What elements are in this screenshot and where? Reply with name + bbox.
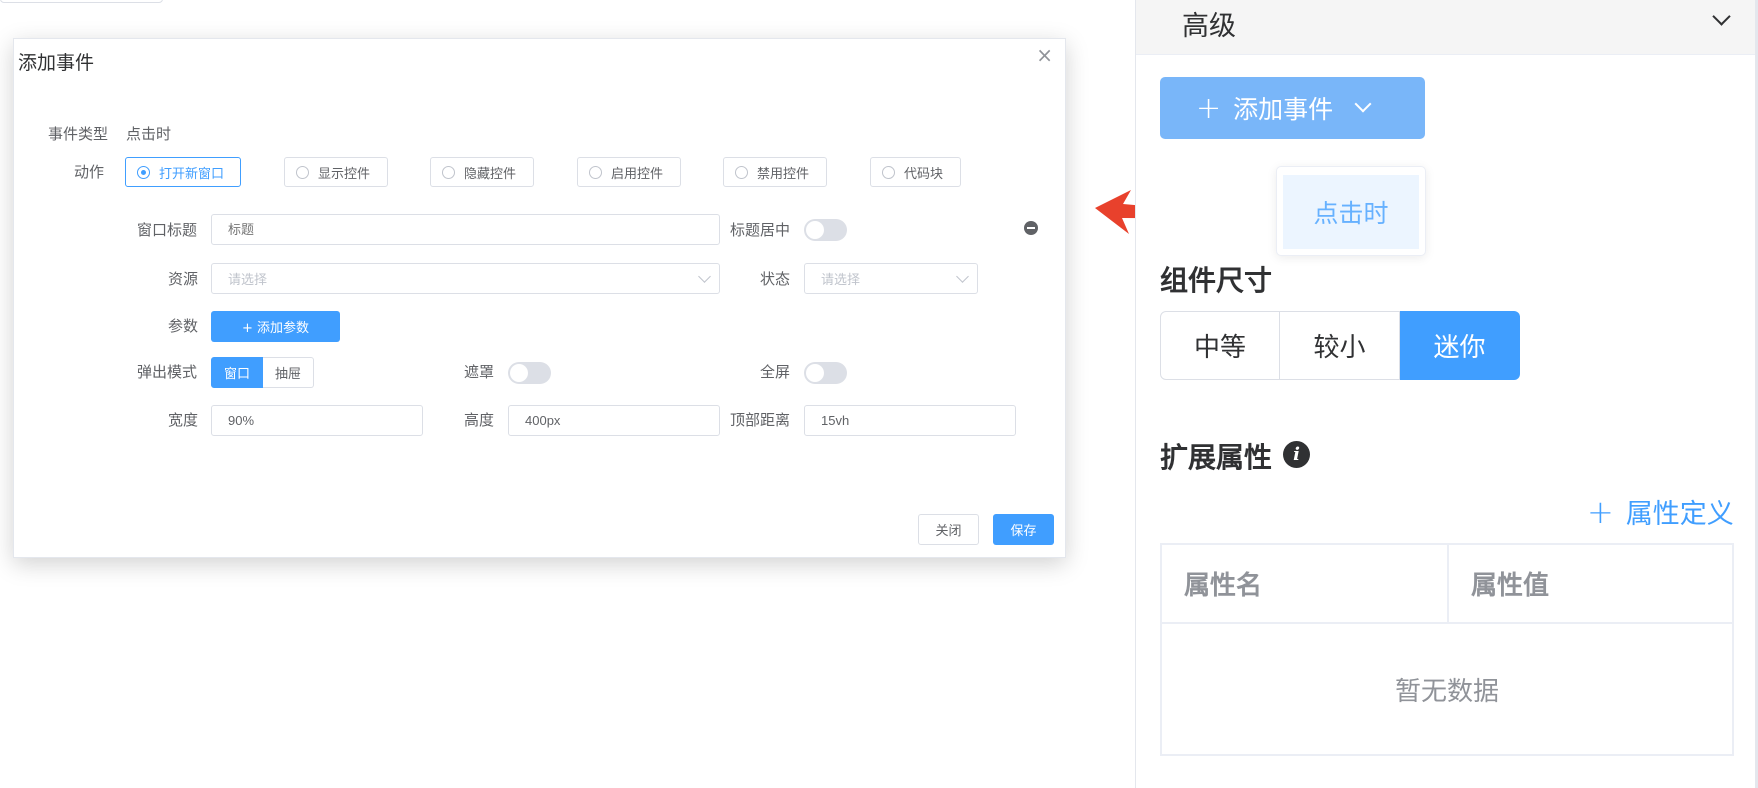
add-param-button[interactable]: + 添加参数 <box>211 311 340 342</box>
dropdown-item-click[interactable]: 点击时 <box>1283 175 1419 249</box>
fullscreen-label: 全屏 <box>760 363 791 381</box>
resource-select[interactable]: 请选择 <box>211 263 720 294</box>
chevron-down-icon <box>1712 7 1731 26</box>
action-radio-label: 显示控件 <box>318 166 371 182</box>
width-label: 宽度 <box>168 411 199 429</box>
advanced-section-header[interactable]: 高级 <box>1136 0 1756 55</box>
action-label: 动作 <box>74 163 105 181</box>
action-radio-disable-control[interactable]: 禁用控件 <box>723 157 827 187</box>
size-option-medium[interactable]: 中等 <box>1160 311 1280 380</box>
close-icon[interactable]: × <box>1036 45 1053 65</box>
width-input[interactable] <box>211 405 423 436</box>
action-radio-label: 打开新窗口 <box>159 166 225 182</box>
radio-selected-icon <box>137 165 150 179</box>
ext-props-title: 扩展属性 <box>1160 441 1273 474</box>
radio-icon <box>442 165 455 179</box>
attr-define-label: 属性定义 <box>1625 499 1734 530</box>
action-radio-show-control[interactable]: 显示控件 <box>284 157 388 187</box>
popup-mode-drawer[interactable]: 抽屉 <box>263 357 314 388</box>
component-size-title: 组件尺寸 <box>1160 264 1273 297</box>
remove-icon[interactable] <box>1024 221 1038 235</box>
title-center-label: 标题居中 <box>730 221 791 239</box>
table-header-name: 属性名 <box>1184 571 1263 601</box>
resource-select-placeholder: 请选择 <box>228 273 268 288</box>
action-radio-enable-control[interactable]: 启用控件 <box>577 157 681 187</box>
window-title-input[interactable] <box>211 214 720 245</box>
action-radio-open-window[interactable]: 打开新窗口 <box>125 157 241 187</box>
popup-mode-window[interactable]: 窗口 <box>211 357 263 388</box>
add-event-dialog: 添加事件 × 事件类型 点击时 动作 打开新窗口 显示控件 隐藏控件 启用控件 … <box>13 38 1066 558</box>
chevron-down-icon <box>956 270 969 283</box>
add-event-button[interactable]: + 添加事件 <box>1160 77 1425 139</box>
action-radio-label: 禁用控件 <box>757 166 810 182</box>
height-label: 高度 <box>464 411 495 429</box>
action-radio-label: 隐藏控件 <box>464 166 517 182</box>
advanced-section-title: 高级 <box>1182 11 1236 42</box>
mask-switch[interactable] <box>508 362 551 384</box>
status-label: 状态 <box>760 270 791 288</box>
dialog-title: 添加事件 <box>18 52 95 74</box>
radio-icon <box>589 165 602 179</box>
action-radio-label: 代码块 <box>904 166 944 182</box>
table-empty-text: 暂无数据 <box>1394 676 1499 707</box>
fullscreen-switch[interactable] <box>804 362 847 384</box>
action-radio-hide-control[interactable]: 隐藏控件 <box>430 157 534 187</box>
table-header-value: 属性值 <box>1447 545 1732 622</box>
add-event-dropdown: 点击时 <box>1276 166 1426 256</box>
mask-label: 遮罩 <box>464 363 495 381</box>
title-center-switch[interactable] <box>804 219 847 241</box>
info-icon[interactable]: i <box>1283 441 1310 468</box>
save-button[interactable]: 保存 <box>993 514 1054 545</box>
top-distance-input[interactable] <box>804 405 1016 436</box>
plus-icon: + <box>1587 492 1614 531</box>
radio-icon <box>735 165 748 179</box>
window-title-label: 窗口标题 <box>137 221 198 239</box>
params-label: 参数 <box>168 317 199 335</box>
radio-icon <box>296 165 309 179</box>
action-radio-label: 启用控件 <box>611 166 664 182</box>
plus-icon: + <box>1196 90 1222 126</box>
chevron-down-icon <box>698 270 711 283</box>
component-size-group: 中等 较小 迷你 <box>1160 311 1520 380</box>
ext-props-table: 属性名 属性值 暂无数据 <box>1160 543 1734 756</box>
radio-icon <box>882 165 895 179</box>
chevron-down-icon <box>1354 95 1372 113</box>
screen: 添加事件 × 事件类型 点击时 动作 打开新窗口 显示控件 隐藏控件 启用控件 … <box>0 0 1758 788</box>
top-distance-label: 顶部距离 <box>730 411 791 429</box>
popup-mode-label: 弹出模式 <box>137 363 198 381</box>
resource-label: 资源 <box>168 270 199 288</box>
table-header: 属性名 属性值 <box>1162 545 1732 624</box>
action-radio-code-block[interactable]: 代码块 <box>870 157 961 187</box>
size-option-mini[interactable]: 迷你 <box>1400 311 1520 380</box>
event-type-label: 事件类型 <box>48 125 109 143</box>
add-event-label: 添加事件 <box>1233 95 1334 124</box>
attr-define-button[interactable]: + 属性定义 <box>1587 492 1734 531</box>
size-option-small[interactable]: 较小 <box>1280 311 1400 380</box>
event-type-value: 点击时 <box>126 125 172 143</box>
status-select[interactable]: 请选择 <box>804 263 978 294</box>
status-select-placeholder: 请选择 <box>821 273 861 288</box>
close-button[interactable]: 关闭 <box>918 514 979 545</box>
properties-panel: 高级 + 添加事件 点击时 组件尺寸 中等 较小 迷你 扩展属性 i + 属性定… <box>1135 0 1756 788</box>
top-left-input-stub[interactable] <box>0 0 163 3</box>
height-input[interactable] <box>508 405 720 436</box>
popup-mode-group: 窗口 抽屉 <box>211 357 314 388</box>
